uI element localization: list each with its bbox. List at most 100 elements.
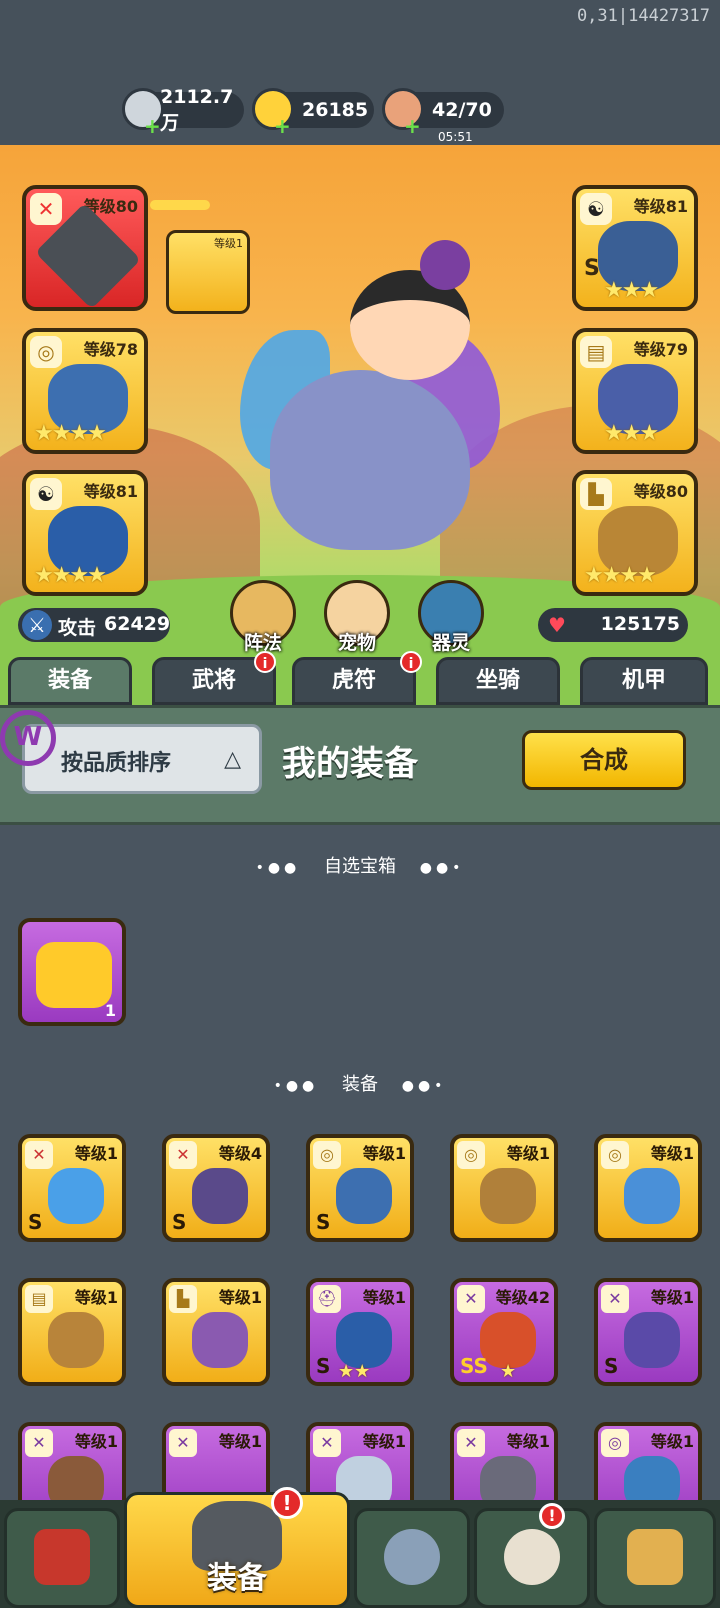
armor-slot[interactable]: ☯ 等级81 S ★★★ (572, 185, 698, 311)
star-rating: ★★★★ (584, 563, 657, 588)
panel-title: 我的装备 (282, 744, 418, 784)
weapon-slot[interactable]: ✕ 等级80 (22, 185, 148, 311)
w-logo-icon: W (0, 710, 56, 766)
tab-equipment[interactable]: 装备 (8, 657, 132, 705)
grade-s: S (584, 256, 600, 281)
equipment-item[interactable]: ✕ 等级1 S (594, 1278, 702, 1386)
treasure-chest-icon (36, 942, 112, 1008)
item-level: 等级1 (74, 1288, 118, 1307)
bottom-navigation: 装备 ! ! (0, 1487, 720, 1608)
boots-slot[interactable]: ▙ 等级80 ★★★★ (572, 470, 698, 596)
grade-s: S (316, 1354, 331, 1378)
tab-mecha[interactable]: 机甲 (580, 657, 708, 705)
grade-s: S (172, 1210, 187, 1234)
sword-icon: ✕ (30, 193, 62, 225)
chest-section-title: 自选宝箱 (324, 856, 396, 877)
helmet-icon: ⛑ (313, 1285, 341, 1313)
spirit-button[interactable]: 器灵 (416, 580, 486, 655)
pet-button[interactable]: 宠物 (322, 580, 392, 655)
item-level: 等级4 (218, 1144, 262, 1163)
nav-castle[interactable] (4, 1508, 120, 1608)
equipment-item[interactable]: ▤ 等级1 (18, 1278, 126, 1386)
item-level: 等级1 (74, 1432, 118, 1451)
star-rating: ★★★★ (34, 421, 107, 446)
item-level: 等级1 (506, 1144, 550, 1163)
scroll-icon: ▤ (580, 336, 612, 368)
chain-link-icon (150, 200, 210, 210)
sort-dropdown[interactable]: 按品质排序 △ (22, 724, 262, 794)
yin-yang-icon: ☯ (30, 478, 62, 510)
synthesize-button[interactable]: 合成 (522, 730, 686, 790)
gate-icon (34, 1529, 90, 1585)
nav-summon[interactable]: ! (474, 1503, 590, 1608)
attack-value: 62429 (104, 613, 171, 635)
add-gold-icon[interactable]: + (274, 114, 291, 138)
boot-icon: ▙ (580, 478, 612, 510)
bracer-slot[interactable]: ▤ 等级79 ★★★ (572, 328, 698, 454)
stamina-timer: 05:51 (438, 130, 473, 144)
silver-counter[interactable]: 2112.7万 + (122, 86, 244, 138)
nav-upgrade[interactable] (594, 1508, 716, 1608)
grade-s: S (316, 1210, 331, 1234)
sword-icon: ✕ (457, 1285, 485, 1313)
item-level: 等级42 (495, 1288, 550, 1307)
phoenix-weapon-icon (480, 1312, 536, 1368)
decor-dots: •●● (255, 860, 301, 876)
heart-icon: ♥ (548, 613, 566, 637)
equipment-item[interactable]: ⛑ 等级1 S ★★ (306, 1278, 414, 1386)
tab-mount[interactable]: 坐骑 (436, 657, 560, 705)
add-stamina-icon[interactable]: + (404, 114, 421, 138)
star-rating: ★★★ (604, 421, 659, 446)
bracer-icon (48, 1312, 104, 1368)
linked-item-slot[interactable]: 等级1 (166, 230, 250, 314)
blue-pendant-icon (624, 1168, 680, 1224)
add-silver-icon[interactable]: + (144, 114, 161, 138)
slot-level: 等级79 (633, 340, 688, 359)
nav-equipment[interactable]: 装备 ! (124, 1487, 350, 1608)
stamina-counter[interactable]: 42/70 05:51 + (382, 88, 504, 144)
hp-stat: ♥ 125175 (538, 608, 688, 642)
hero-character[interactable] (240, 220, 500, 550)
slot-level: 等级80 (633, 482, 688, 501)
nav-battle[interactable] (354, 1508, 470, 1608)
helmet-slot[interactable]: ☯ 等级81 ★★★★ (22, 470, 148, 596)
fist-upgrade-icon (627, 1529, 683, 1585)
scroll-icon: ▤ (25, 1285, 53, 1313)
item-level: 等级1 (218, 1432, 262, 1451)
equipment-item[interactable]: ◎ 等级1 (450, 1134, 558, 1242)
sword-icon: ✕ (313, 1429, 341, 1457)
equipment-item[interactable]: ▙ 等级1 (162, 1278, 270, 1386)
equipment-item[interactable]: ✕ 等级1 S (18, 1134, 126, 1242)
item-level: 等级1 (650, 1288, 694, 1307)
attack-stat: ⚔ 攻击 62429 (18, 608, 170, 642)
star-rating: ★ (500, 1361, 517, 1382)
equipment-item[interactable]: ◎ 等级1 S (306, 1134, 414, 1242)
alert-badge: ! (271, 1487, 303, 1519)
debug-readout: 0,31|14427317 (576, 6, 710, 26)
decor-dots: ●●• (401, 1078, 447, 1094)
alert-badge: i (254, 651, 276, 673)
horn-icon (504, 1529, 560, 1585)
sword-icon: ✕ (25, 1141, 53, 1169)
item-level: 等级1 (74, 1144, 118, 1163)
tab-tiger-tally[interactable]: 虎符 (292, 657, 416, 705)
selectable-chest-item[interactable]: 1 (18, 918, 126, 1026)
equipment-item[interactable]: ◎ 等级1 (594, 1134, 702, 1242)
item-level: 等级1 (362, 1288, 406, 1307)
gold-value: 26185 (302, 99, 369, 121)
gold-counter[interactable]: 26185 + (252, 88, 374, 138)
crossbow-icon (192, 1168, 248, 1224)
decor-dots: •●● (273, 1078, 319, 1094)
medal-icon: ◎ (601, 1429, 629, 1457)
amulet-slot[interactable]: ◎ 等级78 ★★★★ (22, 328, 148, 454)
hp-value: 125175 (600, 613, 680, 635)
item-level: 等级1 (650, 1432, 694, 1451)
equip-section-title: 装备 (342, 1074, 378, 1095)
attack-label: 攻击 (58, 617, 97, 639)
grade-s: S (28, 1210, 43, 1234)
hair-bun (420, 240, 470, 290)
equipment-item[interactable]: ✕ 等级4 S (162, 1134, 270, 1242)
formation-button[interactable]: 阵法 (228, 580, 298, 655)
equipment-item[interactable]: ✕ 等级42 SS ★ (450, 1278, 558, 1386)
category-tabs: 装备 武将 i 虎符 i 坐骑 机甲 (0, 651, 720, 705)
